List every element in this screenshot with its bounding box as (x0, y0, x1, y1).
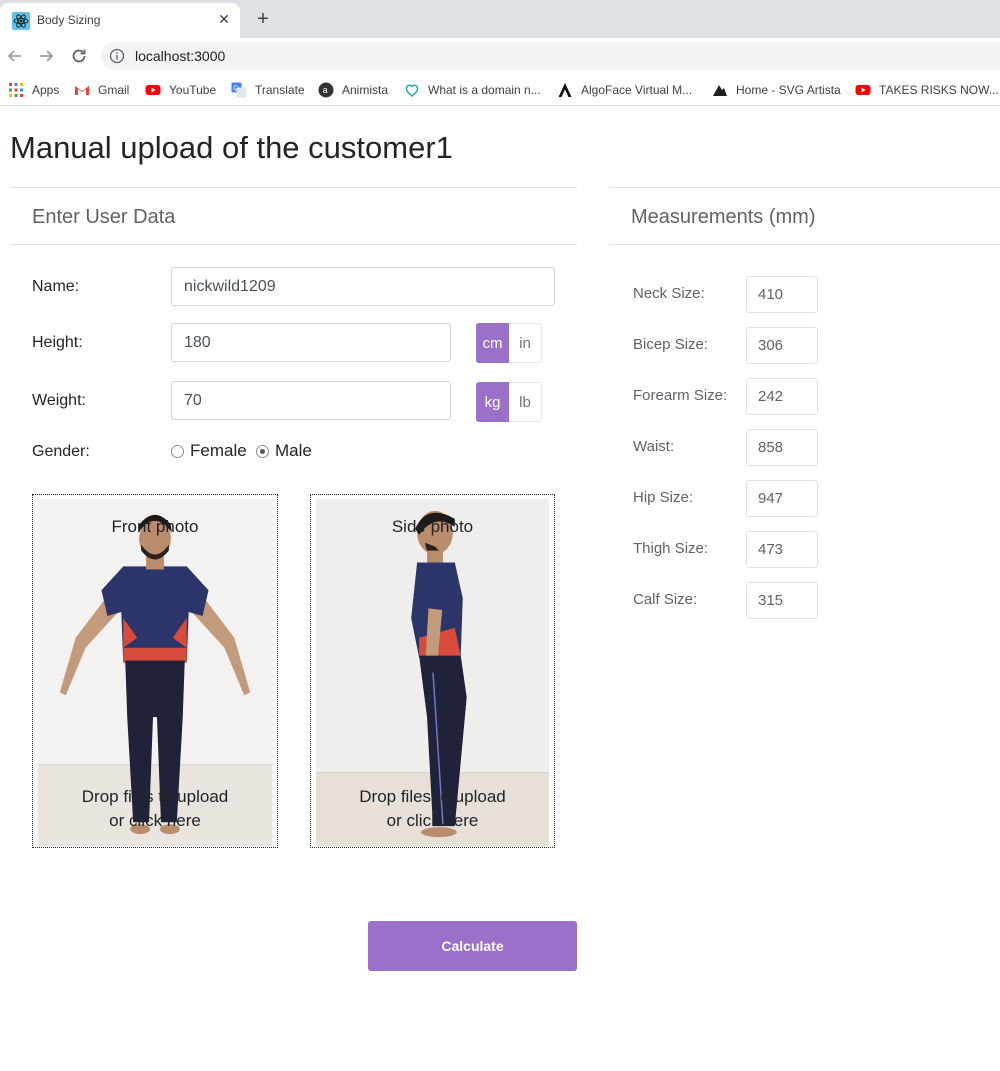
measurement-value-field[interactable]: 242 (746, 378, 818, 415)
measurements-card-header: Measurements (mm) (609, 187, 1000, 245)
drop-hint-line: Drop files to upload (81, 787, 229, 806)
gmail-icon (75, 86, 89, 95)
react-icon (12, 12, 30, 30)
gender-female-option[interactable]: Female (171, 441, 247, 461)
youtube-icon (145, 85, 161, 95)
bookmark-label: Animista (342, 83, 389, 97)
male-radio[interactable] (256, 444, 269, 458)
bookmark-label: Gmail (98, 83, 130, 97)
back-arrow-icon[interactable] (2, 43, 28, 69)
bookmark-animista[interactable]: a Animista (318, 80, 388, 100)
bookmarks-bar: Apps Gmail YouTube G Translate a Animist… (0, 74, 1000, 106)
side-photo-hint: Drop files to upload or click here (311, 785, 554, 833)
unit-cm-button[interactable]: cm (476, 323, 509, 363)
bookmark-youtube[interactable]: YouTube (145, 80, 216, 100)
address-bar[interactable]: localhost:3000 (101, 42, 1000, 70)
measurement-label: Waist: (633, 438, 675, 455)
apps-grid-icon (9, 83, 23, 97)
domain-icon (405, 84, 419, 98)
bookmark-label: AlgoFace Virtual M... (581, 83, 693, 97)
bookmark-label: Home - SVG Artista (736, 83, 841, 97)
bookmark-label: Translate (255, 83, 305, 97)
tab-strip: Body Sizing ✕ + (0, 0, 1000, 38)
youtube-icon (855, 85, 871, 95)
translate-icon: G (231, 82, 247, 98)
weight-unit-toggle: kg lb (476, 382, 542, 422)
close-tab-icon[interactable]: ✕ (215, 10, 233, 28)
drop-hint-line: Drop files to upload (359, 787, 506, 806)
gender-label: Gender: (32, 443, 90, 460)
svg-text:G: G (233, 86, 238, 93)
measurement-value-field[interactable]: 315 (746, 582, 818, 619)
page-title: Manual upload of the customer1 (10, 130, 453, 165)
bookmark-domain[interactable]: What is a domain n... (404, 80, 541, 100)
name-input[interactable]: nickwild1209 (171, 267, 555, 306)
bookmark-label: TAKES RISKS NOW... (879, 83, 999, 97)
forward-arrow-icon[interactable] (33, 43, 59, 69)
calculate-button[interactable]: Calculate (368, 921, 577, 971)
front-photo-dropzone[interactable]: Front photo Drop files to upload or clic… (32, 494, 278, 848)
weight-input[interactable]: 70 (171, 381, 451, 420)
measurements-heading: Measurements (mm) (631, 206, 816, 228)
reload-icon[interactable] (66, 43, 92, 69)
bookmark-label: Apps (32, 83, 60, 97)
measurement-label: Hip Size: (633, 489, 694, 506)
measurement-label: Calf Size: (633, 591, 698, 608)
animista-icon: a (318, 82, 334, 98)
height-label: Height: (32, 334, 83, 351)
bookmark-gmail[interactable]: Gmail (74, 80, 129, 100)
info-icon[interactable] (109, 48, 125, 64)
front-photo-hint: Drop files to upload or click here (33, 785, 277, 833)
tab-title: Body Sizing (37, 13, 101, 27)
weight-label: Weight: (32, 392, 86, 409)
unit-lb-button[interactable]: lb (509, 382, 542, 422)
measurement-label: Bicep Size: (633, 336, 709, 353)
side-photo-dropzone[interactable]: Side photo Drop files to upload or click… (310, 494, 555, 848)
bookmark-algoface[interactable]: AlgoFace Virtual M... (557, 80, 692, 100)
gender-male-option[interactable]: Male (256, 441, 312, 461)
browser-tab[interactable]: Body Sizing ✕ (0, 3, 240, 38)
bookmark-label: What is a domain n... (428, 83, 541, 97)
measurement-value-field[interactable]: 473 (746, 531, 818, 568)
drop-hint-line: or click here (109, 811, 201, 830)
unit-in-button[interactable]: in (509, 323, 542, 363)
url-text: localhost:3000 (135, 48, 226, 64)
user-data-heading: Enter User Data (32, 206, 176, 228)
drop-hint-line: or click here (386, 811, 479, 830)
male-label: Male (275, 441, 312, 460)
female-radio[interactable] (171, 444, 184, 458)
measurement-value-field[interactable]: 306 (746, 327, 818, 364)
browser-toolbar: localhost:3000 (0, 38, 1000, 74)
female-label: Female (190, 441, 247, 460)
new-tab-icon[interactable]: + (252, 8, 274, 30)
height-input[interactable]: 180 (171, 323, 451, 362)
measurement-value-field[interactable]: 858 (746, 429, 818, 466)
height-unit-toggle: cm in (476, 323, 542, 363)
measurement-label: Neck Size: (633, 285, 705, 302)
unit-kg-button[interactable]: kg (476, 382, 509, 422)
measurement-value-field[interactable]: 410 (746, 276, 818, 313)
svg-artista-icon (713, 85, 727, 96)
algoface-icon (558, 83, 572, 97)
front-photo-title: Front photo (111, 517, 199, 536)
bookmark-apps[interactable]: Apps (8, 80, 59, 100)
measurement-value-field[interactable]: 947 (746, 480, 818, 517)
bookmark-svg-artista[interactable]: Home - SVG Artista (712, 80, 841, 100)
measurement-label: Thigh Size: (633, 540, 709, 557)
measurement-label: Forearm Size: (633, 387, 728, 404)
bookmark-label: YouTube (169, 83, 217, 97)
bookmark-translate[interactable]: G Translate (231, 80, 305, 100)
bookmark-takes-risks[interactable]: TAKES RISKS NOW... (855, 80, 999, 100)
side-photo-title: Side photo (391, 517, 474, 536)
svg-text:a: a (323, 85, 328, 95)
user-data-card-header: Enter User Data (10, 187, 577, 245)
name-label: Name: (32, 278, 80, 295)
